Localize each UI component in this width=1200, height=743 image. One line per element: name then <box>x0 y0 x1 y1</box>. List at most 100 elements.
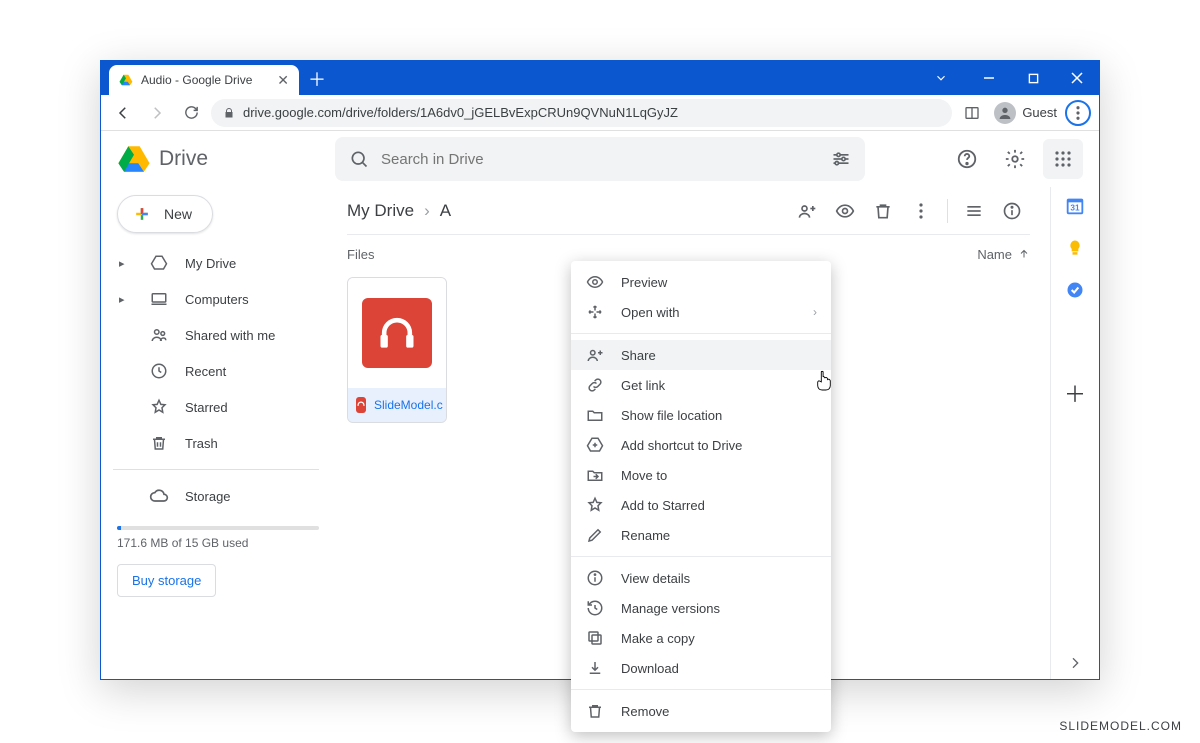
apps-button[interactable] <box>1043 139 1083 179</box>
ctx-add-shortcut[interactable]: Add shortcut to Drive <box>571 430 831 460</box>
nav-reload-button[interactable] <box>177 99 205 127</box>
nav-back-button[interactable] <box>109 99 137 127</box>
person-add-icon <box>585 346 605 364</box>
browser-tab[interactable]: Audio - Google Drive ✕ <box>109 65 299 95</box>
search-input[interactable] <box>381 151 819 168</box>
ctx-divider <box>571 333 831 334</box>
file-actions <box>789 193 1030 229</box>
info-button[interactable] <box>994 193 1030 229</box>
ctx-view-details[interactable]: View details <box>571 563 831 593</box>
address-bar[interactable]: drive.google.com/drive/folders/1A6dv0_jG… <box>211 99 952 127</box>
calendar-addon[interactable]: 31 <box>1064 195 1086 217</box>
collapse-rail-button[interactable] <box>1067 655 1083 671</box>
computers-icon <box>149 290 169 308</box>
drive-favicon-icon <box>119 73 133 87</box>
ctx-make-copy[interactable]: Make a copy <box>571 623 831 653</box>
history-icon <box>585 599 605 617</box>
new-button[interactable]: New <box>117 195 213 233</box>
sidebar-item-shared[interactable]: Shared with me <box>113 317 323 353</box>
download-icon <box>585 659 605 677</box>
ctx-add-starred[interactable]: Add to Starred <box>571 490 831 520</box>
new-tab-button[interactable]: ＋ <box>303 65 331 93</box>
submenu-arrow-icon: › <box>813 305 817 319</box>
settings-button[interactable] <box>995 139 1035 179</box>
profile-label: Guest <box>1022 105 1057 120</box>
url-bar: drive.google.com/drive/folders/1A6dv0_jG… <box>101 95 1099 131</box>
drive-logo[interactable]: Drive <box>117 142 327 176</box>
audio-file-icon <box>362 298 432 368</box>
trash-icon <box>585 702 605 720</box>
sidebar-item-storage[interactable]: Storage <box>113 478 323 514</box>
search-filters-icon[interactable] <box>831 149 851 169</box>
ctx-preview[interactable]: Preview <box>571 267 831 297</box>
caret-icon: ▸ <box>119 257 133 270</box>
drive-product-name: Drive <box>159 147 208 171</box>
share-action-button[interactable] <box>789 193 825 229</box>
tab-overflow-icon[interactable] <box>919 61 963 95</box>
tasks-addon[interactable] <box>1064 279 1086 301</box>
ctx-show-location[interactable]: Show file location <box>571 400 831 430</box>
search-bar[interactable] <box>335 137 865 181</box>
breadcrumb-current[interactable]: A <box>440 201 451 221</box>
copy-icon <box>585 629 605 647</box>
sort-by-name[interactable]: Name <box>977 247 1030 262</box>
minimize-button[interactable] <box>967 61 1011 95</box>
sidebar-item-recent[interactable]: Recent <box>113 353 323 389</box>
sidebar-item-starred[interactable]: Starred <box>113 389 323 425</box>
ctx-rename[interactable]: Rename <box>571 520 831 550</box>
sidebar-divider <box>113 469 319 470</box>
profile-chip[interactable]: Guest <box>994 102 1057 124</box>
shared-icon <box>149 326 169 344</box>
buy-storage-button[interactable]: Buy storage <box>117 564 216 597</box>
more-actions-button[interactable] <box>903 193 939 229</box>
folder-icon <box>585 406 605 424</box>
eye-icon <box>585 273 605 291</box>
browser-window: Audio - Google Drive ✕ ＋ drive.google.co… <box>100 60 1100 680</box>
preview-action-button[interactable] <box>827 193 863 229</box>
help-button[interactable] <box>947 139 987 179</box>
keep-addon[interactable] <box>1064 237 1086 259</box>
storage-text: 171.6 MB of 15 GB used <box>117 536 319 550</box>
star-outline-icon <box>585 496 605 514</box>
star-icon <box>149 398 169 416</box>
reader-mode-icon[interactable] <box>958 99 986 127</box>
sidebar-item-computers[interactable]: ▸ Computers <box>113 281 323 317</box>
audio-mini-icon <box>356 397 366 413</box>
plus-icon <box>132 204 152 224</box>
ctx-manage-versions[interactable]: Manage versions <box>571 593 831 623</box>
tab-title: Audio - Google Drive <box>141 73 252 87</box>
tab-close-icon[interactable]: ✕ <box>277 72 289 89</box>
divider <box>947 199 948 223</box>
nav-forward-button[interactable] <box>143 99 171 127</box>
avatar-icon <box>994 102 1016 124</box>
ctx-open-with[interactable]: Open with› <box>571 297 831 327</box>
ctx-get-link[interactable]: Get link <box>571 370 831 400</box>
chevron-right-icon: › <box>424 201 430 221</box>
list-view-button[interactable] <box>956 193 992 229</box>
trash-icon <box>149 434 169 452</box>
file-card[interactable]: SlideModel.c <box>347 277 447 423</box>
info-icon <box>585 569 605 587</box>
close-window-button[interactable] <box>1055 61 1099 95</box>
browser-menu-button[interactable] <box>1065 100 1091 126</box>
drive-logo-icon <box>117 142 151 176</box>
search-icon <box>349 149 369 169</box>
drive-header: Drive <box>101 131 1099 187</box>
file-name: SlideModel.c <box>374 398 443 412</box>
maximize-button[interactable] <box>1011 61 1055 95</box>
ctx-download[interactable]: Download <box>571 653 831 683</box>
ctx-divider <box>571 556 831 557</box>
ctx-share[interactable]: Share <box>571 340 831 370</box>
file-footer: SlideModel.c <box>348 388 446 422</box>
breadcrumb-root[interactable]: My Drive <box>347 201 414 221</box>
sidebar-item-trash[interactable]: Trash <box>113 425 323 461</box>
window-controls <box>919 61 1099 95</box>
ctx-move-to[interactable]: Move to <box>571 460 831 490</box>
breadcrumb[interactable]: My Drive › A <box>347 201 451 221</box>
breadcrumb-row: My Drive › A <box>347 187 1030 235</box>
sidebar-item-my-drive[interactable]: ▸ My Drive <box>113 245 323 281</box>
get-addons-button[interactable]: ＋ <box>1064 377 1086 409</box>
storage-meter: 171.6 MB of 15 GB used Buy storage <box>113 514 323 597</box>
ctx-remove[interactable]: Remove <box>571 696 831 726</box>
delete-action-button[interactable] <box>865 193 901 229</box>
